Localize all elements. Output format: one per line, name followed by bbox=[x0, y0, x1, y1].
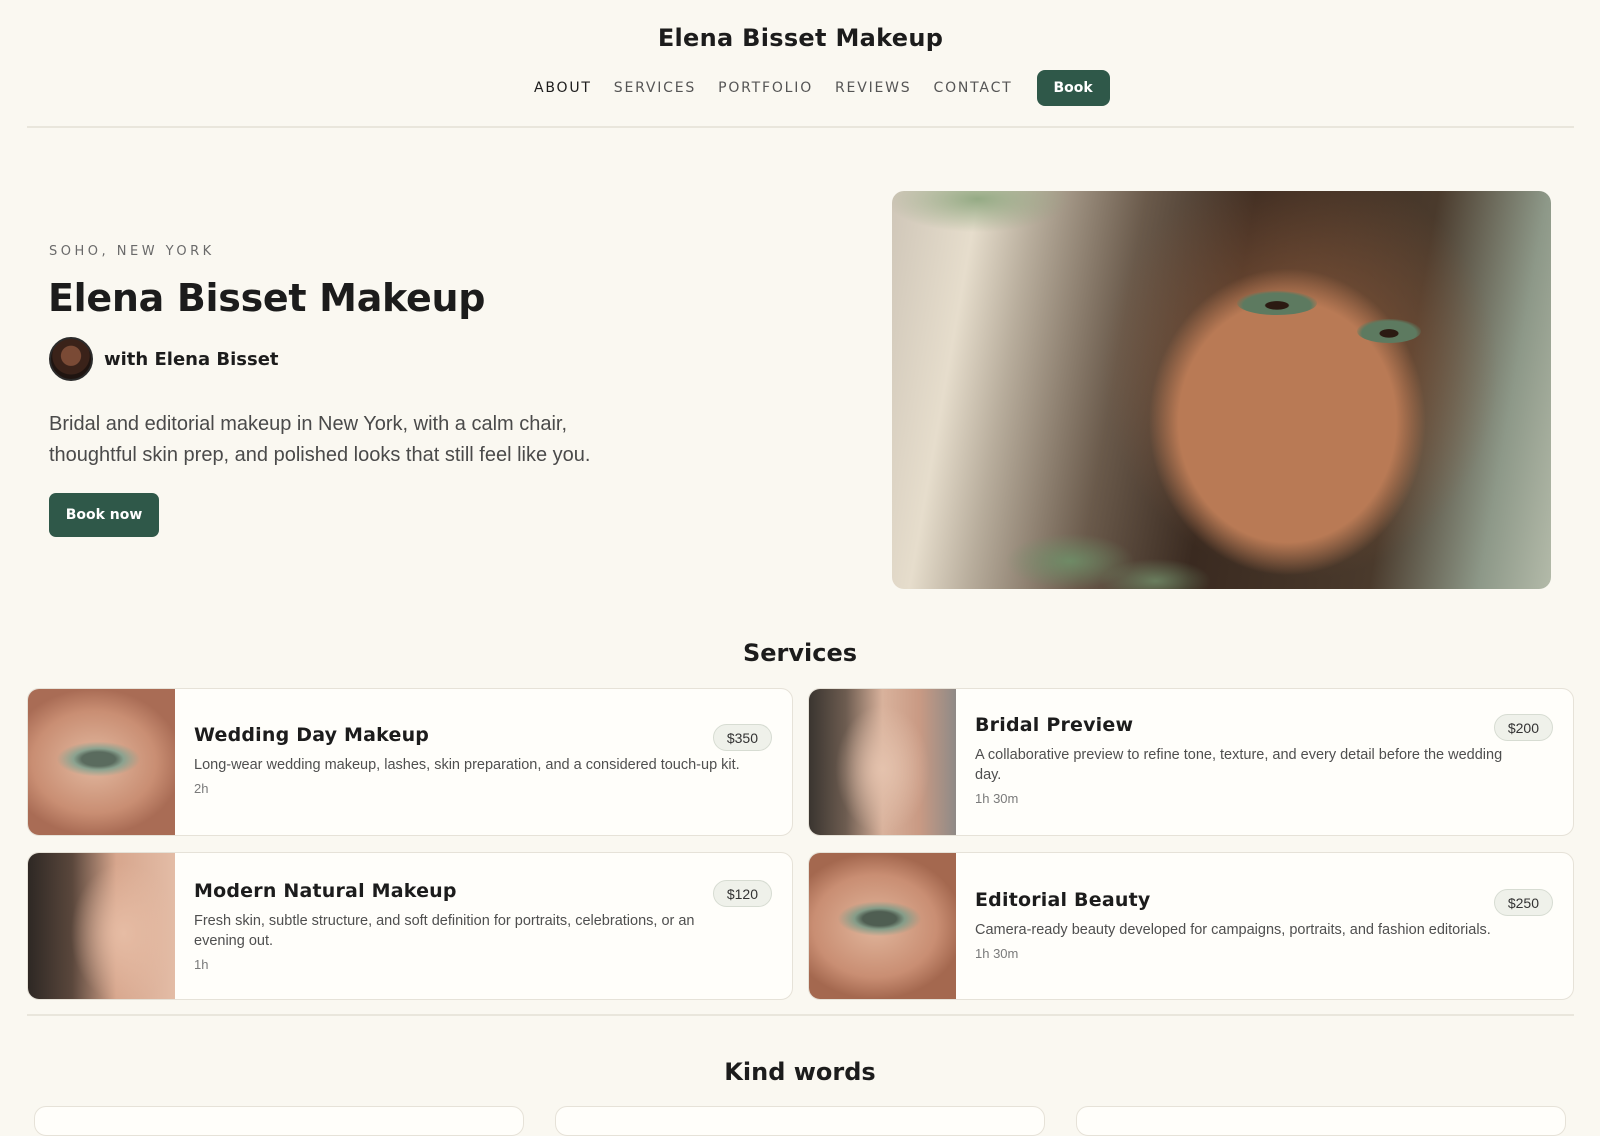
service-price-badge: $120 bbox=[712, 880, 772, 907]
service-description: A collaborative preview to refine tone, … bbox=[975, 747, 1503, 783]
service-card[interactable]: Modern Natural Makeup Fresh skin, subtle… bbox=[27, 852, 793, 1000]
service-name: Bridal Preview bbox=[975, 714, 1134, 736]
reviews-heading: Kind words bbox=[724, 1058, 876, 1086]
site-brand[interactable]: Elena Bisset Makeup bbox=[27, 24, 1574, 52]
service-name: Editorial Beauty bbox=[975, 889, 1151, 911]
hero-portrait-image bbox=[892, 191, 1551, 589]
services-heading: Services bbox=[742, 639, 858, 667]
service-image bbox=[28, 853, 175, 999]
host-name: with Elena Bisset bbox=[104, 348, 279, 370]
nav-reviews[interactable]: REVIEWS bbox=[835, 80, 911, 96]
service-card[interactable]: Bridal Preview A collaborative preview t… bbox=[808, 688, 1574, 836]
service-name: Wedding Day Makeup bbox=[194, 724, 430, 746]
host-row: with Elena Bisset bbox=[49, 337, 279, 381]
nav-portfolio[interactable]: PORTFOLIO bbox=[718, 80, 813, 96]
hero-location: SOHO, NEW YORK bbox=[49, 244, 215, 259]
nav-contact[interactable]: CONTACT bbox=[934, 80, 1013, 96]
service-price-badge: $250 bbox=[1493, 889, 1553, 916]
service-duration: 1h bbox=[194, 957, 209, 972]
service-image bbox=[28, 689, 175, 835]
hero-description: Bridal and editorial makeup in New York,… bbox=[49, 413, 591, 466]
host-avatar bbox=[49, 337, 93, 381]
service-card[interactable]: Editorial Beauty Camera-ready beauty dev… bbox=[808, 852, 1574, 1000]
hero-title: Elena Bisset Makeup bbox=[48, 276, 486, 320]
service-description: Fresh skin, subtle structure, and soft d… bbox=[194, 913, 695, 949]
service-name: Modern Natural Makeup bbox=[194, 880, 457, 902]
service-image bbox=[809, 853, 956, 999]
service-duration: 1h 30m bbox=[975, 946, 1019, 961]
service-image bbox=[809, 689, 956, 835]
service-duration: 1h 30m bbox=[975, 791, 1019, 806]
portrait-eye-left bbox=[1237, 291, 1317, 315]
nav-book-button[interactable]: Book bbox=[1036, 70, 1110, 106]
service-description: Long-wear wedding makeup, lashes, skin p… bbox=[194, 757, 740, 773]
site-header: Elena Bisset Makeup ABOUT SERVICES PORTF… bbox=[27, 0, 1574, 128]
nav-about[interactable]: ABOUT bbox=[534, 80, 592, 96]
service-price-badge: $200 bbox=[1493, 714, 1553, 741]
book-now-button[interactable]: Book now bbox=[49, 493, 159, 537]
nav-services[interactable]: SERVICES bbox=[614, 80, 696, 96]
service-description: Camera-ready beauty developed for campai… bbox=[975, 922, 1491, 938]
service-price-badge: $350 bbox=[712, 724, 772, 751]
portrait-eye-right bbox=[1357, 319, 1421, 343]
main-nav: ABOUT SERVICES PORTFOLIO REVIEWS CONTACT… bbox=[534, 70, 1110, 106]
section-divider bbox=[27, 1014, 1574, 1016]
service-card[interactable]: Wedding Day Makeup Long-wear wedding mak… bbox=[27, 688, 793, 836]
service-duration: 2h bbox=[194, 781, 209, 796]
